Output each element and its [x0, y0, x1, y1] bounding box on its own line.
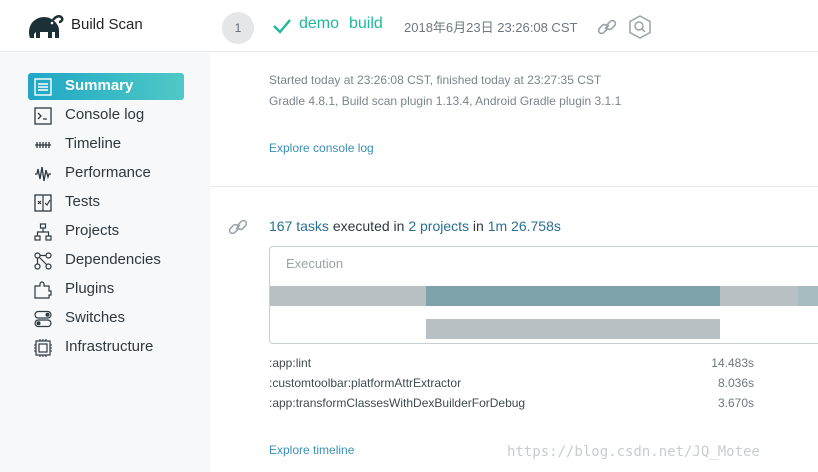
search-icon[interactable] — [628, 14, 652, 40]
sidebar-item-label: Console log — [65, 106, 145, 123]
sidebar-item-label: Timeline — [65, 135, 122, 152]
infrastructure-icon — [34, 339, 52, 357]
link-icon[interactable] — [596, 16, 618, 38]
sidebar-item-label: Summary — [65, 77, 134, 94]
sidebar-item-label: Dependencies — [65, 251, 161, 268]
task-name: :customtoolbar:platformAttrExtractor — [269, 376, 462, 390]
check-icon — [273, 19, 291, 34]
sidebar-item-label: Projects — [65, 222, 120, 239]
sidebar-item-label: Performance — [65, 164, 151, 181]
explore-timeline-link[interactable]: Explore timeline — [269, 443, 354, 457]
build-start-finish-text: Started today at 23:26:08 CST, finished … — [269, 73, 602, 87]
sidebar-item-label: Switches — [65, 309, 126, 326]
tasks-count-link[interactable]: 167 tasks — [269, 218, 329, 234]
timeline-icon — [35, 142, 51, 148]
tests-icon — [34, 194, 52, 212]
sidebar-item-label: Tests — [65, 193, 101, 210]
link-icon[interactable] — [228, 217, 248, 237]
summary-text: in — [469, 218, 488, 234]
task-name: :app:lint — [269, 356, 312, 370]
watermark-text: https://blog.csdn.net/JQ_Motee — [507, 444, 760, 460]
tasks-summary: 167 tasks executed in 2 projects in 1m 2… — [269, 218, 561, 234]
requested-task: build — [349, 15, 383, 32]
build-versions-text: Gradle 4.8.1, Build scan plugin 1.13.4, … — [269, 94, 622, 108]
task-duration: 3.670s — [717, 396, 754, 410]
execution-panel[interactable]: Execution — [269, 246, 818, 344]
sidebar-item-plugins[interactable]: Plugins — [28, 276, 184, 303]
gradle-elephant-logo[interactable] — [24, 10, 64, 42]
header-bar: Build Scan 1 demo build 2018年6月23日 23:26… — [0, 0, 818, 52]
sidebar-item-switches[interactable]: Switches — [28, 305, 184, 332]
app-title[interactable]: Build Scan — [71, 16, 143, 33]
task-name: :app:transformClassesWithDexBuilderForDe… — [269, 396, 526, 410]
plugins-icon — [34, 281, 52, 299]
switches-icon — [34, 310, 52, 328]
sidebar-item-tests[interactable]: Tests — [28, 189, 184, 216]
task-duration: 8.036s — [717, 376, 754, 390]
execution-label: Execution — [286, 256, 344, 271]
sidebar-item-projects[interactable]: Projects — [28, 218, 184, 245]
execution-tail-segment — [798, 286, 818, 306]
execution-lane-bar — [426, 319, 720, 339]
console-icon — [34, 107, 52, 125]
sidebar-item-dependencies[interactable]: Dependencies — [28, 247, 184, 274]
project-name: demo — [299, 15, 340, 32]
summary-icon — [34, 78, 52, 96]
sidebar-item-timeline[interactable]: Timeline — [28, 131, 184, 158]
sidebar-item-label: Infrastructure — [65, 338, 154, 355]
sidebar: Summary Console log Timeline Performance… — [0, 53, 210, 472]
task-duration: 14.483s — [711, 356, 754, 370]
execution-active-segment[interactable] — [426, 286, 720, 306]
explore-console-log-link[interactable]: Explore console log — [269, 141, 374, 155]
build-number-badge: 1 — [222, 12, 254, 44]
sidebar-item-infrastructure[interactable]: Infrastructure — [28, 334, 184, 361]
summary-text: executed in — [328, 218, 409, 234]
sidebar-item-label: Plugins — [65, 280, 115, 297]
dependencies-icon — [34, 252, 52, 270]
main-content: Started today at 23:26:08 CST, finished … — [210, 53, 818, 472]
projects-count-link[interactable]: 2 projects — [408, 218, 469, 234]
sidebar-item-summary[interactable]: Summary — [28, 73, 184, 100]
build-duration: 1m 26.758s — [487, 218, 561, 234]
section-divider — [210, 186, 818, 187]
build-timestamp: 2018年6月23日 23:26:08 CST — [404, 20, 578, 35]
projects-icon — [34, 223, 52, 241]
sidebar-item-console-log[interactable]: Console log — [28, 102, 184, 129]
performance-icon — [35, 166, 51, 182]
sidebar-item-performance[interactable]: Performance — [28, 160, 184, 187]
